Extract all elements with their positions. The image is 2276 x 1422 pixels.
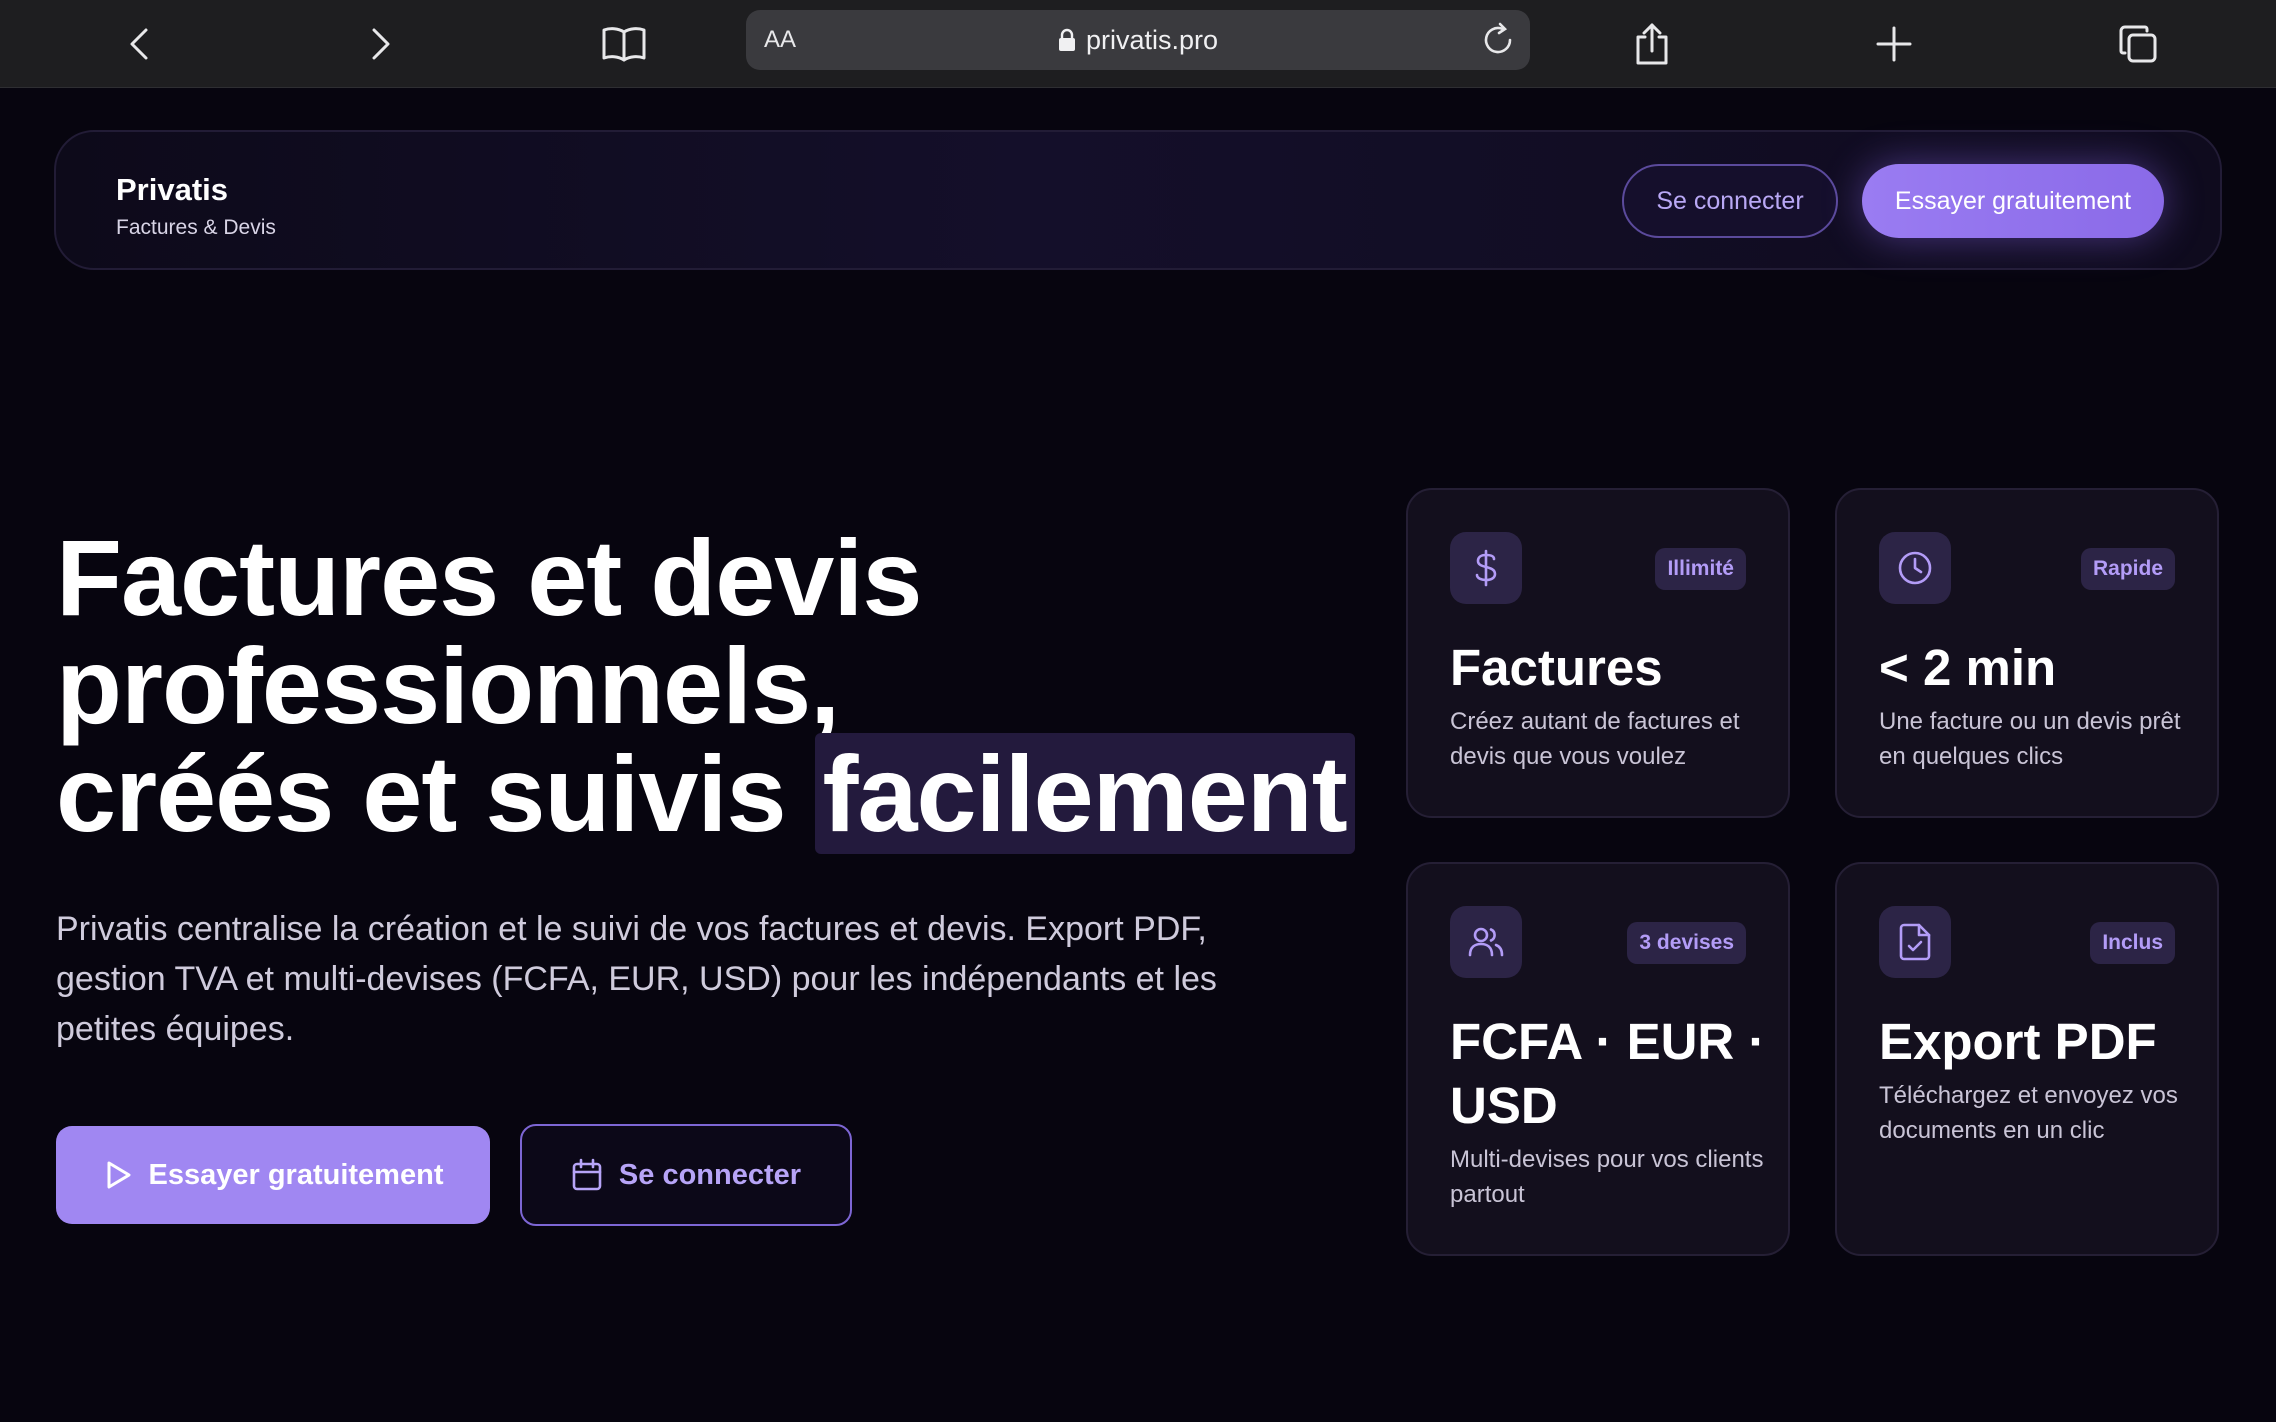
browser-toolbar: AA privatis.pro	[0, 0, 2276, 88]
feature-card-invoices: Illimité Factures Créez autant de factur…	[1406, 488, 1790, 818]
share-icon	[1636, 23, 1668, 65]
feature-description: Téléchargez et envoyez vos documents en …	[1879, 1082, 2178, 1144]
url-text[interactable]: privatis.pro	[1086, 25, 1218, 56]
hero-title: Factures et devis professionnels, créés …	[56, 517, 1356, 854]
open-book-icon	[602, 27, 646, 62]
calendar-icon	[572, 1158, 602, 1191]
hero-login-button[interactable]: Se connecter	[520, 1124, 852, 1226]
share-button[interactable]	[1622, 14, 1682, 74]
feature-description: Multi-devises pour vos clients partout	[1450, 1146, 1764, 1208]
feature-title: FCFA · EUR · USD	[1450, 1013, 1766, 1134]
address-bar[interactable]: AA privatis.pro	[746, 10, 1530, 70]
tabs-icon	[2119, 25, 2157, 63]
lock-icon	[1058, 28, 1075, 51]
plus-icon	[1876, 26, 1912, 62]
hero-title-highlight: facilement	[814, 733, 1355, 854]
file-check-icon	[1899, 923, 1931, 961]
play-icon	[107, 1161, 131, 1189]
chevron-left-icon	[130, 28, 148, 60]
hero-try-free-label: Essayer gratuitement	[148, 1158, 444, 1191]
feature-badge: 3 devises	[1627, 922, 1746, 964]
feature-description: Une facture ou un devis prêt en quelques…	[1879, 708, 2181, 770]
hero-title-line-2: professionnels,	[56, 625, 840, 746]
feature-card-speed: Rapide < 2 min Une facture ou un devis p…	[1835, 488, 2219, 818]
clock-icon	[1898, 551, 1932, 585]
feature-badge: Inclus	[2090, 922, 2175, 964]
header-login-button[interactable]: Se connecter	[1622, 164, 1838, 238]
forward-button[interactable]	[350, 14, 410, 74]
dollar-icon	[1475, 549, 1497, 587]
brand-subtitle: Factures & Devis	[116, 216, 276, 239]
feature-title: Export PDF	[1879, 1013, 2157, 1070]
header-try-free-button[interactable]: Essayer gratuitement	[1862, 164, 2164, 238]
hero-title-line-3: créés et suivis facilement	[56, 733, 1356, 854]
feature-badge: Illimité	[1655, 548, 1746, 590]
hero-title-line-3-text: créés et suivis	[56, 733, 815, 854]
feature-card-pdf-export: Inclus Export PDF Téléchargez et envoyez…	[1835, 862, 2219, 1256]
tabs-button[interactable]	[2108, 14, 2168, 74]
hero-description: Privatis centralise la création et le su…	[56, 910, 1217, 1048]
feature-title: < 2 min	[1879, 639, 2057, 696]
site-header: Privatis Factures & Devis Se connecter E…	[54, 130, 2222, 270]
new-tab-button[interactable]	[1864, 14, 1924, 74]
hero-try-free-button[interactable]: Essayer gratuitement	[56, 1126, 490, 1224]
feature-badge: Rapide	[2080, 548, 2175, 590]
reload-icon	[1484, 22, 1512, 54]
back-button[interactable]	[110, 14, 170, 74]
hero-title-line-1: Factures et devis	[56, 517, 922, 638]
feature-title: Factures	[1450, 639, 1663, 696]
bookmarks-button[interactable]	[594, 14, 654, 74]
reload-button[interactable]	[1478, 20, 1518, 60]
hero-login-label: Se connecter	[618, 1158, 802, 1191]
chevron-right-icon	[372, 28, 390, 60]
reader-button[interactable]: AA	[764, 24, 796, 56]
feature-card-currencies: 3 devises FCFA · EUR · USD Multi-devises…	[1406, 862, 1790, 1256]
feature-description: Créez autant de factures et devis que vo…	[1450, 708, 1740, 770]
users-icon	[1468, 927, 1504, 957]
brand-name[interactable]: Privatis	[116, 172, 228, 208]
